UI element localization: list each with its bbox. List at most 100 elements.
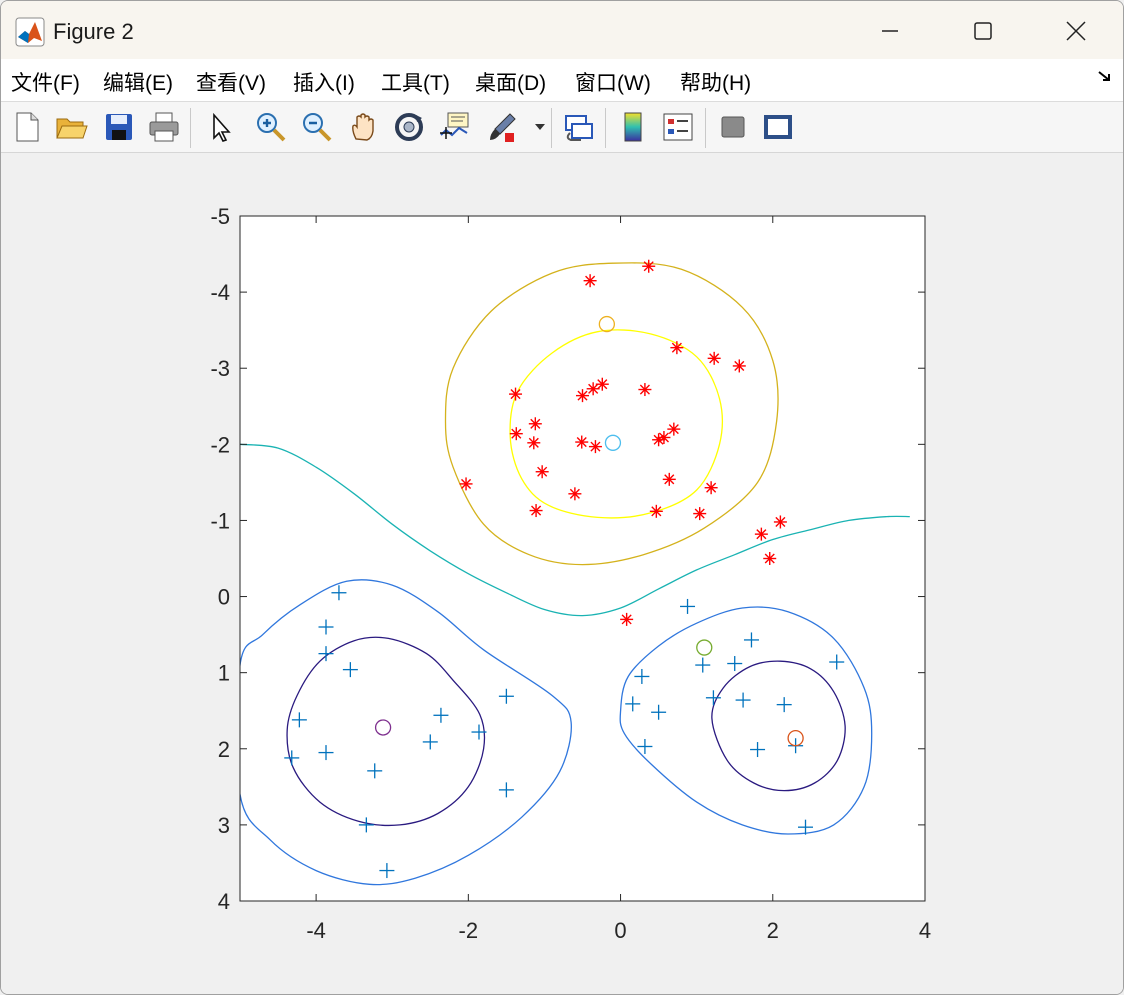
asterisk-marker [638, 383, 652, 397]
dock-arrow-icon[interactable] [1097, 69, 1113, 85]
cursor-arrow-icon [213, 112, 231, 142]
rotate-3d-button[interactable] [391, 109, 427, 145]
menu-edit[interactable]: 编辑(E) [103, 67, 173, 97]
asterisk-marker [732, 359, 746, 373]
asterisk-marker [704, 481, 718, 495]
asterisk-marker [670, 341, 684, 355]
asterisk-marker [568, 487, 582, 501]
show-plot-tools-button[interactable] [760, 109, 796, 145]
figure-canvas: -4 -2 0 2 4 -5 -4 -3 -2 -1 0 1 2 3 4 [1, 153, 1123, 994]
open-file-button[interactable] [53, 109, 89, 145]
data-tip-icon [440, 112, 469, 139]
asterisk-marker [595, 377, 609, 391]
rotate-3d-icon [395, 113, 423, 141]
x-tick-label: 2 [767, 918, 779, 943]
asterisk-marker [583, 274, 597, 288]
close-icon [1066, 21, 1086, 41]
toolbar-separator [551, 108, 552, 148]
brush-dropdown-icon[interactable] [533, 122, 547, 132]
asterisk-marker [657, 430, 671, 444]
figure-window: Figure 2 文件(F) 编辑(E) 查看(V) 插入(I) 工具(T) 桌… [0, 0, 1124, 995]
save-button[interactable] [101, 109, 137, 145]
pan-button[interactable] [346, 109, 382, 145]
matlab-logo-icon [15, 17, 45, 47]
y-tick-label: 2 [218, 737, 230, 762]
menu-desktop[interactable]: 桌面(D) [475, 67, 546, 97]
toolbar-separator [605, 108, 606, 148]
minimize-icon [882, 30, 898, 32]
y-tick-label: -1 [210, 508, 230, 533]
menu-view[interactable]: 查看(V) [196, 67, 266, 97]
axes-background [240, 216, 925, 901]
y-tick-label: 0 [218, 585, 230, 610]
print-button[interactable] [146, 109, 182, 145]
x-tick-label: 0 [614, 918, 626, 943]
hand-pan-icon [352, 113, 374, 141]
insert-colorbar-button[interactable] [615, 109, 651, 145]
brush-icon [490, 113, 516, 142]
data-cursor-button[interactable] [437, 109, 473, 145]
asterisk-marker [642, 259, 656, 273]
asterisk-marker [763, 552, 777, 565]
menu-tools[interactable]: 工具(T) [381, 67, 450, 97]
asterisk-marker [509, 387, 523, 401]
y-tick-label: -4 [210, 280, 230, 305]
zoom-in-button[interactable] [253, 109, 289, 145]
asterisk-marker [667, 422, 681, 436]
y-tick-label: 1 [218, 661, 230, 686]
folder-open-icon [56, 118, 88, 139]
window-title: Figure 2 [53, 19, 134, 44]
asterisk-marker [509, 427, 523, 441]
y-tick-label: -2 [210, 432, 230, 457]
y-tick-label: 3 [218, 813, 230, 838]
legend-icon [663, 113, 693, 141]
hide-plot-tools-icon [721, 116, 745, 138]
toolbar-separator [705, 108, 706, 148]
zoom-out-button[interactable] [299, 109, 335, 145]
asterisk-marker [649, 504, 663, 518]
asterisk-marker [459, 477, 473, 491]
menu-insert[interactable]: 插入(I) [293, 67, 355, 97]
link-plot-icon [565, 115, 593, 141]
zoom-out-icon [303, 113, 332, 142]
close-button[interactable] [1048, 11, 1104, 51]
asterisk-marker [575, 435, 589, 449]
edit-plot-button[interactable] [203, 109, 239, 145]
maximize-icon [974, 22, 992, 40]
minimize-button[interactable] [862, 11, 918, 51]
x-tick-label: -2 [459, 918, 479, 943]
asterisk-marker [576, 389, 589, 403]
colorbar-icon [624, 112, 642, 142]
asterisk-marker [620, 612, 634, 626]
x-tick-label: 4 [919, 918, 931, 943]
brush-button[interactable] [485, 109, 521, 145]
scatter-plot: -4 -2 0 2 4 -5 -4 -3 -2 -1 0 1 2 3 4 [210, 204, 931, 943]
menu-bar: 文件(F) 编辑(E) 查看(V) 插入(I) 工具(T) 桌面(D) 窗口(W… [1, 59, 1123, 102]
asterisk-marker [662, 472, 676, 486]
zoom-in-icon [257, 113, 286, 142]
printer-icon [149, 112, 179, 142]
toolbar-separator [190, 108, 191, 148]
asterisk-marker [773, 515, 787, 529]
menu-help[interactable]: 帮助(H) [680, 67, 751, 97]
figure-toolbar [1, 102, 1123, 153]
link-plot-button[interactable] [561, 109, 597, 145]
asterisk-marker [528, 417, 542, 431]
asterisk-marker [535, 465, 549, 479]
new-figure-button[interactable] [9, 109, 45, 145]
asterisk-marker [588, 440, 602, 454]
title-bar: Figure 2 [1, 1, 1123, 59]
show-plot-tools-icon [764, 115, 792, 139]
y-tick-label: -5 [210, 204, 230, 229]
maximize-button[interactable] [955, 11, 1011, 51]
asterisk-marker [652, 433, 666, 447]
new-file-icon [16, 112, 39, 142]
asterisk-marker [707, 351, 721, 365]
save-icon [106, 114, 132, 140]
y-tick-label: 4 [218, 889, 230, 914]
menu-window[interactable]: 窗口(W) [575, 67, 651, 97]
hide-plot-tools-button[interactable] [715, 109, 751, 145]
y-tick-label: -3 [210, 356, 230, 381]
menu-file[interactable]: 文件(F) [11, 67, 80, 97]
insert-legend-button[interactable] [660, 109, 696, 145]
